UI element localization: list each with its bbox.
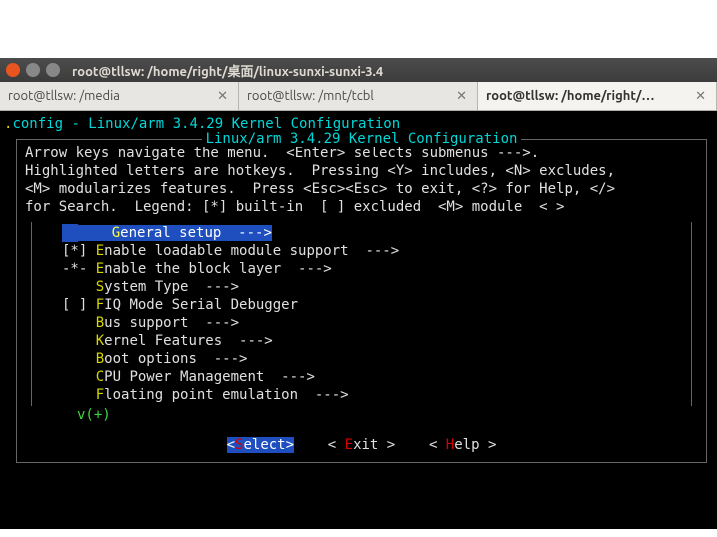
bottom-button-bar: <Select> < Exit > < Help >: [25, 436, 698, 454]
help-button[interactable]: < Help >: [429, 437, 496, 453]
tab-close-icon[interactable]: ✕: [693, 89, 708, 104]
tab-0[interactable]: root@tllsw: /media ✕: [0, 82, 239, 110]
menu-item-kernel-features[interactable]: Kernel Features --->: [32, 332, 691, 350]
tab-2[interactable]: root@tllsw: /home/right/… ✕: [478, 82, 717, 110]
tab-label: root@tllsw: /media: [8, 89, 120, 103]
menu-item-fiq-debugger[interactable]: [ ] FIQ Mode Serial Debugger: [32, 296, 691, 314]
tab-close-icon[interactable]: ✕: [215, 89, 230, 104]
maximize-icon[interactable]: [46, 63, 60, 77]
close-icon[interactable]: [6, 63, 20, 77]
menu-item-enable-loadable-module[interactable]: [*] Enable loadable module support --->: [32, 242, 691, 260]
menu-item-system-type[interactable]: System Type --->: [32, 278, 691, 296]
exit-button[interactable]: < Exit >: [328, 437, 395, 453]
menu-outer-box: Linux/arm 3.4.29 Kernel Configuration Ar…: [16, 139, 707, 463]
help-line-1: Highlighted letters are hotkeys. Pressin…: [25, 162, 698, 180]
menu-list-box: General setup ---> [*] Enable loadable m…: [31, 222, 692, 406]
terminal-body[interactable]: .config - Linux/arm 3.4.29 Kernel Config…: [0, 111, 717, 529]
tab-label: root@tllsw: /home/right/…: [486, 89, 654, 103]
window-title: root@tllsw: /home/right/桌面/linux-sunxi-s…: [72, 61, 383, 80]
help-line-2: <M> modularizes features. Press <Esc><Es…: [25, 180, 698, 198]
titlebar[interactable]: root@tllsw: /home/right/桌面/linux-sunxi-s…: [0, 58, 717, 82]
menu-item-cpu-power[interactable]: CPU Power Management --->: [32, 368, 691, 386]
tab-label: root@tllsw: /mnt/tcbl: [247, 89, 374, 103]
menu-item-enable-block-layer[interactable]: -*- Enable the block layer --->: [32, 260, 691, 278]
tab-bar: root@tllsw: /media ✕ root@tllsw: /mnt/tc…: [0, 82, 717, 111]
terminal-window: root@tllsw: /home/right/桌面/linux-sunxi-s…: [0, 58, 717, 529]
menu-box-title: Linux/arm 3.4.29 Kernel Configuration: [17, 130, 706, 148]
help-line-3: for Search. Legend: [*] built-in [ ] exc…: [25, 198, 698, 216]
tab-close-icon[interactable]: ✕: [454, 89, 469, 104]
scroll-down-indicator: v(+): [25, 406, 698, 424]
menu-item-floating-point[interactable]: Floating point emulation --->: [32, 386, 691, 404]
menu-item-bus-support[interactable]: Bus support --->: [32, 314, 691, 332]
tab-1[interactable]: root@tllsw: /mnt/tcbl ✕: [239, 82, 478, 110]
select-button[interactable]: <Select>: [227, 437, 294, 453]
menu-item-boot-options[interactable]: Boot options --->: [32, 350, 691, 368]
menu-item-general-setup[interactable]: General setup --->: [32, 224, 691, 242]
minimize-icon[interactable]: [26, 63, 40, 77]
